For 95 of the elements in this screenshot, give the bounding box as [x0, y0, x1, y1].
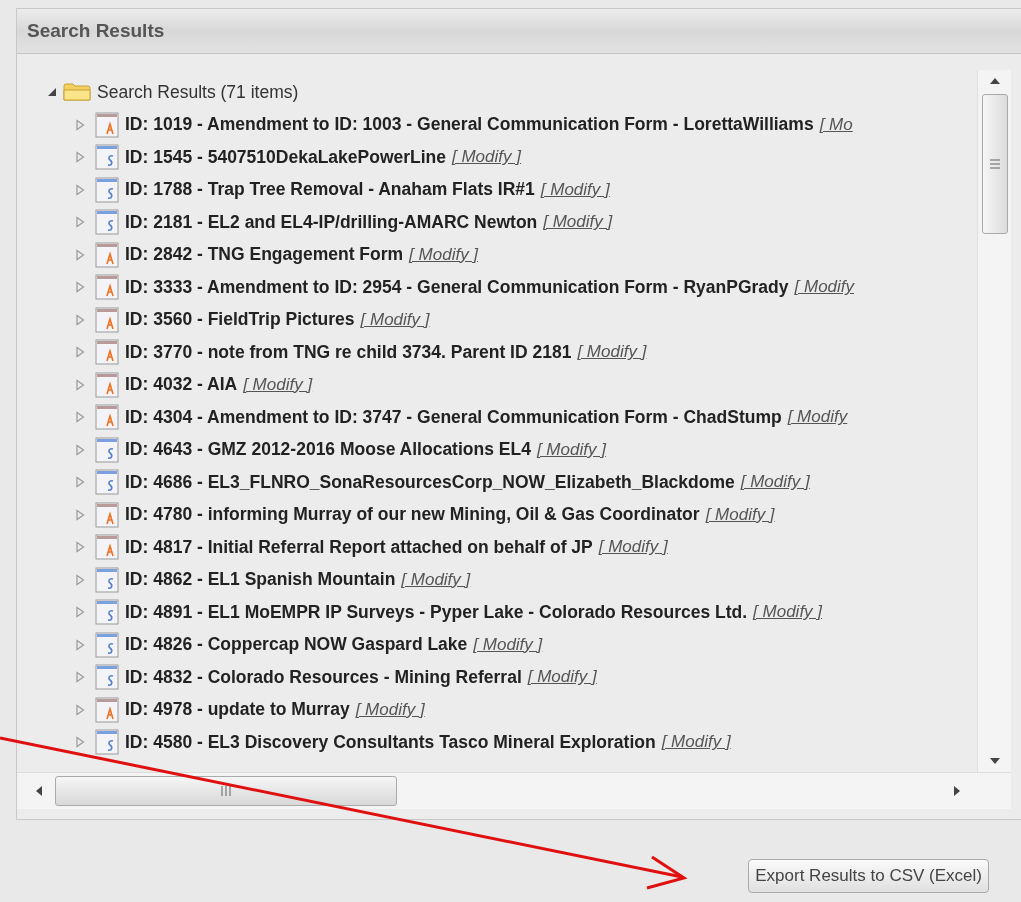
scroll-up-icon[interactable] — [988, 76, 1001, 86]
document-icon — [95, 241, 119, 268]
modify-link[interactable]: [ Modify ] — [409, 244, 479, 265]
collapsed-triangle-icon[interactable] — [75, 443, 85, 456]
collapsed-triangle-icon[interactable] — [75, 703, 85, 716]
modify-link[interactable]: [ Modify — [794, 277, 855, 298]
tree-node-label[interactable]: ID: 3770 - note from TNG re child 3734. Parent ID 2181 — [125, 341, 572, 363]
document-icon — [95, 404, 119, 431]
scroll-right-icon[interactable] — [953, 785, 961, 797]
modify-link[interactable]: [ Modify — [787, 407, 848, 428]
modify-link[interactable]: [ Modify ] — [473, 634, 543, 655]
collapsed-triangle-icon[interactable] — [75, 151, 85, 164]
tree-node-label[interactable]: ID: 1788 - Trap Tree Removal - Anaham Flats IR#1 — [125, 179, 535, 201]
document-icon — [95, 436, 119, 463]
grip-icon — [220, 784, 232, 798]
document-icon — [95, 566, 119, 593]
tree-node-label[interactable]: ID: 4978 - update to Murray — [125, 699, 350, 721]
modify-link[interactable]: [ Modify ] — [740, 472, 810, 493]
modify-link[interactable]: [ Modify ] — [540, 179, 610, 200]
collapsed-triangle-icon[interactable] — [75, 606, 85, 619]
document-icon — [95, 339, 119, 366]
tree-node-label[interactable]: ID: 3560 - FieldTrip Pictures — [125, 309, 355, 331]
document-icon — [95, 111, 119, 138]
tree-node-label[interactable]: ID: 3333 - Amendment to ID: 2954 - General Communication Form - RyanPGrady — [125, 276, 789, 298]
modify-link[interactable]: [ Modify ] — [355, 699, 425, 720]
document-icon — [95, 274, 119, 301]
modify-link[interactable]: [ Modify ] — [536, 439, 606, 460]
collapsed-triangle-icon[interactable] — [75, 313, 85, 326]
expanded-triangle-icon[interactable] — [47, 86, 57, 99]
collapsed-triangle-icon[interactable] — [75, 216, 85, 229]
document-icon — [95, 729, 119, 756]
modify-link[interactable]: [ Modify ] — [577, 342, 647, 363]
collapsed-triangle-icon[interactable] — [75, 476, 85, 489]
collapsed-triangle-icon[interactable] — [75, 118, 85, 131]
document-icon — [95, 664, 119, 691]
tree-node-label[interactable]: ID: 4826 - Coppercap NOW Gaspard Lake — [125, 634, 468, 656]
tree-node-label[interactable]: ID: 4832 - Colorado Resources - Mining Referral — [125, 666, 522, 688]
collapsed-triangle-icon[interactable] — [75, 638, 85, 651]
collapsed-triangle-icon[interactable] — [75, 671, 85, 684]
panel-title: Search Results — [27, 20, 165, 42]
document-icon — [95, 176, 119, 203]
modify-link[interactable]: [ Modify ] — [705, 504, 775, 525]
document-icon — [95, 631, 119, 658]
tree-node-label[interactable]: ID: 4817 - Initial Referral Report attached on behalf of JP — [125, 536, 593, 558]
collapsed-triangle-icon[interactable] — [75, 346, 85, 359]
document-icon — [95, 144, 119, 171]
folder-icon — [63, 82, 91, 103]
collapsed-triangle-icon[interactable] — [75, 508, 85, 521]
tree-node-label[interactable]: ID: 1545 - 5407510DekaLakePowerLine — [125, 146, 446, 168]
collapsed-triangle-icon[interactable] — [75, 378, 85, 391]
tree-node-label[interactable]: ID: 4891 - EL1 MoEMPR IP Surveys - Pyper Lake - Colorado Resources Ltd. — [125, 601, 748, 623]
document-icon — [95, 209, 119, 236]
collapsed-triangle-icon[interactable] — [75, 736, 85, 749]
scrollbar-thumb[interactable] — [55, 776, 397, 806]
document-icon — [95, 534, 119, 561]
modify-link[interactable]: [ Modify ] — [543, 212, 613, 233]
modify-link[interactable]: [ Modify ] — [753, 602, 823, 623]
tree-node-label[interactable]: ID: 2842 - TNG Engagement Form — [125, 244, 404, 266]
horizontal-scrollbar[interactable] — [17, 772, 1011, 809]
document-icon — [95, 371, 119, 398]
collapsed-triangle-icon[interactable] — [75, 541, 85, 554]
modify-link[interactable]: [ Modify ] — [527, 667, 597, 688]
document-icon — [95, 469, 119, 496]
export-button[interactable]: Export Results to CSV (Excel) — [748, 859, 989, 893]
document-icon — [95, 599, 119, 626]
collapsed-triangle-icon[interactable] — [75, 573, 85, 586]
document-icon — [95, 696, 119, 723]
vertical-scrollbar[interactable] — [977, 70, 1011, 772]
modify-link[interactable]: [ Modify ] — [661, 732, 731, 753]
scroll-down-icon[interactable] — [988, 756, 1001, 766]
tree-node-label[interactable]: ID: 1019 - Amendment to ID: 1003 - General Communication Form - LorettaWilliams — [125, 114, 814, 136]
tree-node-label[interactable]: ID: 4780 - informing Murray of our new Mining, Oil & Gas Coordinator — [125, 504, 700, 526]
collapsed-triangle-icon[interactable] — [75, 183, 85, 196]
scroll-left-icon[interactable] — [35, 785, 43, 797]
modify-link[interactable]: [ Modify ] — [598, 537, 668, 558]
tree-node-label[interactable]: Search Results (71 items) — [97, 81, 299, 103]
modify-link[interactable]: [ Modify ] — [360, 309, 430, 330]
collapsed-triangle-icon[interactable] — [75, 281, 85, 294]
modify-link[interactable]: [ Mo — [819, 114, 853, 135]
tree-node-label[interactable]: ID: 4643 - GMZ 2012-2016 Moose Allocations EL4 — [125, 439, 531, 461]
modify-link[interactable]: [ Modify ] — [401, 569, 471, 590]
modify-link[interactable]: [ Modify ] — [452, 147, 521, 168]
scrollbar-thumb[interactable] — [981, 94, 1008, 234]
tree-node-label[interactable]: ID: 4862 - EL1 Spanish Mountain — [125, 569, 396, 591]
document-icon — [95, 501, 119, 528]
document-icon — [95, 306, 119, 333]
collapsed-triangle-icon[interactable] — [75, 248, 85, 261]
tree-node-label[interactable]: ID: 4032 - AIA — [125, 374, 238, 396]
grip-icon — [988, 158, 1001, 170]
tree-node-label[interactable]: ID: 2181 - EL2 and EL4-IP/drilling-AMARC Newton — [125, 211, 538, 233]
tree-node-label[interactable]: ID: 4304 - Amendment to ID: 3747 - General Communication Form - ChadStump — [125, 406, 782, 428]
collapsed-triangle-icon[interactable] — [75, 411, 85, 424]
tree-node-label[interactable]: ID: 4686 - EL3_FLNRO_SonaResourcesCorp_NOW_Elizabeth_Blackdome — [125, 471, 735, 493]
modify-link[interactable]: [ Modify ] — [243, 374, 313, 395]
tree-node-label[interactable]: ID: 4580 - EL3 Discovery Consultants Tasco Mineral Exploration — [125, 731, 656, 753]
